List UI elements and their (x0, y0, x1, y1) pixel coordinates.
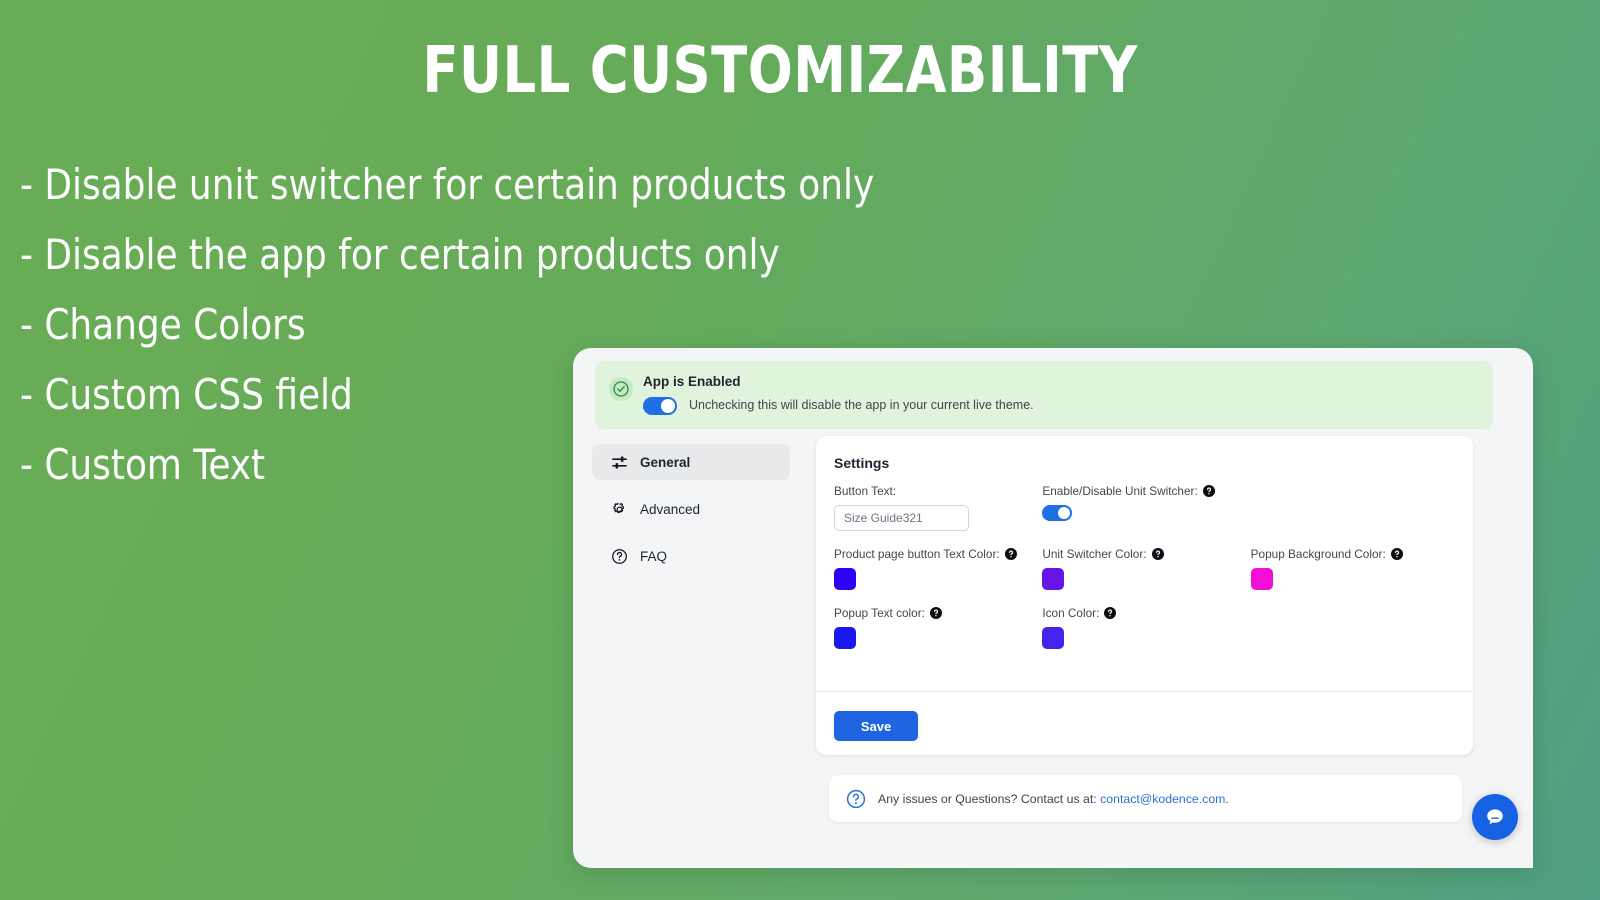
field-label-text: Button Text: (834, 484, 897, 498)
field-label: Product page button Text Color: (834, 547, 1042, 561)
sidebar-item-label: Advanced (640, 501, 701, 517)
sidebar-item-advanced[interactable]: Advanced (592, 491, 790, 527)
color-swatch-popup-text[interactable] (834, 627, 856, 649)
field-enable-unit-switcher: Enable/Disable Unit Switcher: (1042, 484, 1250, 547)
question-circle-icon (610, 547, 628, 565)
field-label-text: Icon Color: (1042, 606, 1100, 620)
button-text-input[interactable] (834, 505, 969, 531)
settings-heading: Settings (834, 455, 890, 471)
help-icon[interactable] (1202, 485, 1215, 497)
field-label-text: Popup Text color: (834, 606, 925, 620)
unit-switcher-toggle[interactable] (1042, 505, 1073, 521)
field-product-button-text-color: Product page button Text Color: (834, 547, 1042, 606)
contact-email-link[interactable]: contact@kodence.com (1100, 792, 1225, 806)
banner-description: Unchecking this will disable the app in … (689, 398, 1034, 412)
field-label: Enable/Disable Unit Switcher: (1042, 484, 1250, 498)
page-title: FULL CUSTOMIZABILITY (422, 34, 1138, 108)
app-enabled-toggle[interactable] (643, 397, 677, 415)
field-unit-switcher-color: Unit Switcher Color: (1042, 547, 1250, 606)
contact-text-after: . (1225, 791, 1229, 806)
field-label: Popup Background Color: (1251, 547, 1459, 561)
field-label-text: Unit Switcher Color: (1042, 547, 1147, 561)
help-icon[interactable] (1004, 548, 1017, 560)
settings-row: Button Text: Enable/Disable Unit Switche… (834, 484, 1459, 547)
color-swatch-icon-color[interactable] (1042, 627, 1065, 649)
contact-text: Any issues or Questions? Contact us at: … (878, 792, 1229, 806)
field-icon-color: Icon Color: (1042, 606, 1250, 665)
help-icon[interactable] (1390, 548, 1403, 560)
help-icon[interactable] (1104, 607, 1117, 619)
field-label: Icon Color: (1042, 606, 1250, 620)
chat-launcher-button[interactable] (1472, 794, 1518, 840)
app-settings-panel: App is Enabled Unchecking this will disa… (573, 348, 1533, 868)
field-label: Button Text: (834, 484, 1042, 498)
circle-check-icon (609, 377, 633, 401)
sliders-icon (610, 453, 628, 471)
question-circle-icon (845, 788, 866, 809)
sidebar-item-label: FAQ (640, 548, 668, 564)
field-label-text: Popup Background Color: (1250, 547, 1386, 561)
settings-sidebar: General Advanced FAQ (592, 444, 790, 585)
field-label: Popup Text color: (834, 606, 1042, 620)
field-label-text: Enable/Disable Unit Switcher: (1042, 484, 1198, 498)
field-button-text: Button Text: (834, 484, 1042, 547)
contact-support-bar: Any issues or Questions? Contact us at: … (829, 775, 1462, 822)
field-popup-background-color: Popup Background Color: (1250, 547, 1459, 606)
settings-row: Popup Text color: Icon Color: (834, 606, 1459, 665)
settings-card: Settings Button Text: Enable/Disable Uni… (816, 436, 1473, 755)
settings-field-grid: Button Text: Enable/Disable Unit Switche… (834, 484, 1459, 665)
settings-row: Product page button Text Color: Unit Swi… (834, 547, 1459, 606)
field-empty-slot (1251, 606, 1459, 665)
gear-icon (610, 500, 628, 518)
help-icon[interactable] (1151, 548, 1164, 560)
sidebar-item-general[interactable]: General (592, 444, 790, 480)
save-button[interactable]: Save (834, 711, 918, 741)
field-empty-slot (1251, 484, 1459, 547)
color-swatch-product-button-text[interactable] (834, 568, 856, 590)
toggle-knob (661, 399, 675, 413)
list-item: - Disable the app for certain products o… (20, 230, 780, 279)
color-swatch-unit-switcher[interactable] (1042, 568, 1065, 590)
sidebar-item-label: General (640, 454, 691, 470)
app-enabled-banner: App is Enabled Unchecking this will disa… (595, 361, 1493, 429)
field-popup-text-color: Popup Text color: (834, 606, 1042, 665)
color-swatch-popup-background[interactable] (1250, 568, 1273, 590)
list-item: - Disable unit switcher for certain prod… (20, 160, 875, 209)
chat-bubble-icon (1483, 805, 1507, 829)
toggle-knob (1058, 507, 1071, 519)
contact-text-before: Any issues or Questions? Contact us at: (878, 791, 1101, 806)
help-icon[interactable] (929, 607, 942, 619)
divider (816, 691, 1473, 692)
field-label: Unit Switcher Color: (1042, 547, 1250, 561)
sidebar-item-faq[interactable]: FAQ (592, 538, 790, 574)
banner-title: App is Enabled (643, 374, 741, 389)
field-label-text: Product page button Text Color: (834, 547, 1000, 561)
